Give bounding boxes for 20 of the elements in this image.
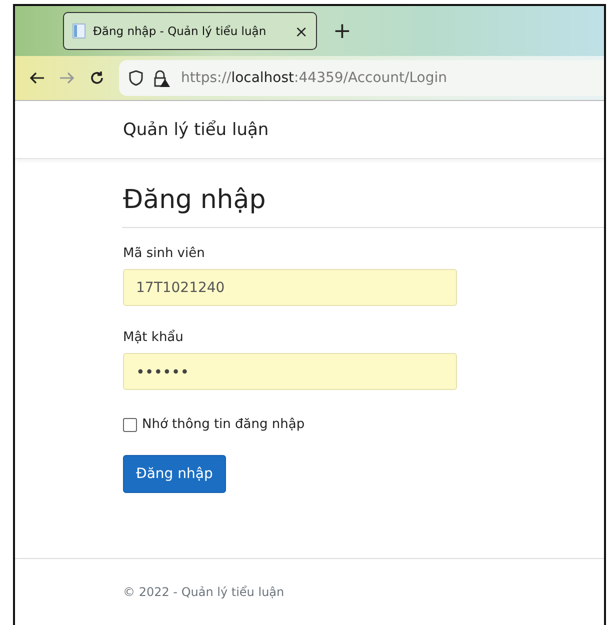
page-heading: Đăng nhập <box>123 185 267 215</box>
password-field[interactable]: •••••• <box>123 353 457 390</box>
field-label: Mật khẩu <box>123 330 184 345</box>
shield-icon <box>129 70 143 86</box>
lock-warning-icon <box>153 70 171 86</box>
text-field[interactable]: 17T1021240 <box>123 269 457 306</box>
close-button[interactable]: × <box>294 22 308 40</box>
address-bar[interactable]: https://localhost:44359/Account/Login <box>119 60 604 96</box>
browser-tab[interactable]: Đăng nhập - Quản lý tiểu luận × <box>63 12 317 50</box>
field-label: Mã sinh viên <box>123 246 206 261</box>
url-text: https://localhost:44359/Account/Login <box>181 70 448 86</box>
checkbox[interactable] <box>123 418 137 432</box>
reload-icon[interactable] <box>89 70 105 86</box>
footer-text: © 2022 - Quản lý tiểu luận <box>123 585 284 599</box>
new-tab-button[interactable]: + <box>333 18 352 44</box>
back-icon[interactable] <box>29 71 45 85</box>
document-icon <box>72 23 86 39</box>
brand-link[interactable]: Quản lý tiểu luận <box>123 120 269 140</box>
checkbox-label: Nhớ thông tin đăng nhập <box>142 417 305 432</box>
login-button[interactable]: Đăng nhập <box>123 455 226 493</box>
